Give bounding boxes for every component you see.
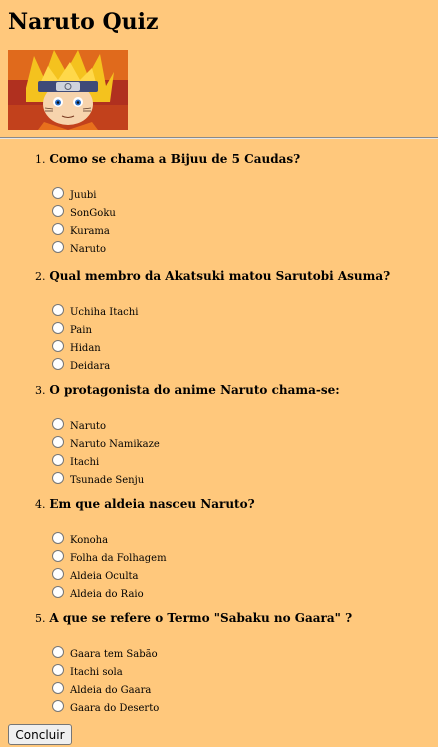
radio-button[interactable]	[52, 187, 64, 199]
question-text: O protagonista do anime Naruto chama-se:	[49, 383, 340, 397]
question-text: Em que aldeia nasceu Naruto?	[49, 497, 255, 511]
answer-option[interactable]: Tsunade Senju	[52, 469, 430, 487]
answer-option[interactable]: Deidara	[52, 355, 430, 373]
question-heading: 1. Como se chama a Bijuu de 5 Caudas?	[35, 152, 430, 167]
answer-options: Konoha Folha da Folhagem Aldeia Oculta A…	[35, 529, 430, 601]
answer-label: Konoha	[70, 535, 109, 546]
answer-label: SonGoku	[70, 208, 116, 219]
answer-label: Aldeia do Gaara	[70, 685, 152, 696]
answer-option[interactable]: Aldeia do Gaara	[52, 679, 430, 697]
question-heading: 5. A que se refere o Termo "Sabaku no Ga…	[35, 611, 430, 626]
radio-button[interactable]	[52, 646, 64, 658]
answer-option[interactable]: Folha da Folhagem	[52, 547, 430, 565]
page-title: Naruto Quiz	[8, 9, 159, 35]
radio-button[interactable]	[52, 664, 64, 676]
question-number: 3.	[35, 384, 46, 397]
answer-option[interactable]: Kurama	[52, 220, 430, 238]
question-number: 1.	[35, 153, 46, 166]
radio-button[interactable]	[52, 454, 64, 466]
horizontal-divider	[0, 137, 438, 139]
answer-options: Gaara tem Sabão Itachi sola Aldeia do Ga…	[35, 643, 430, 715]
answer-label: Naruto	[70, 244, 106, 255]
answer-label: Itachi	[70, 457, 100, 468]
answer-label: Hidan	[70, 343, 101, 354]
answer-option[interactable]: Itachi	[52, 451, 430, 469]
radio-button[interactable]	[52, 436, 64, 448]
answer-label: Juubi	[70, 190, 97, 201]
answer-option[interactable]: Konoha	[52, 529, 430, 547]
answer-label: Gaara tem Sabão	[70, 649, 158, 660]
radio-button[interactable]	[52, 550, 64, 562]
answer-option[interactable]: Naruto Namikaze	[52, 433, 430, 451]
radio-button[interactable]	[52, 304, 64, 316]
answer-label: Itachi sola	[70, 667, 123, 678]
radio-button[interactable]	[52, 418, 64, 430]
answer-option[interactable]: Pain	[52, 319, 430, 337]
question-5: 5. A que se refere o Termo "Sabaku no Ga…	[35, 611, 430, 715]
question-heading: 4. Em que aldeia nasceu Naruto?	[35, 497, 430, 512]
answer-options: Juubi SonGoku Kurama Naruto	[35, 184, 430, 256]
answer-options: Naruto Naruto Namikaze Itachi Tsunade Se…	[35, 415, 430, 487]
answer-option[interactable]: Uchiha Itachi	[52, 301, 430, 319]
answer-label: Gaara do Deserto	[70, 703, 160, 714]
question-text: Qual membro da Akatsuki matou Sarutobi A…	[49, 269, 391, 283]
question-2: 2. Qual membro da Akatsuki matou Sarutob…	[35, 269, 430, 373]
radio-button[interactable]	[52, 682, 64, 694]
radio-button[interactable]	[52, 223, 64, 235]
answer-label: Uchiha Itachi	[70, 307, 139, 318]
question-4: 4. Em que aldeia nasceu Naruto? Konoha F…	[35, 497, 430, 601]
question-heading: 3. O protagonista do anime Naruto chama-…	[35, 383, 430, 398]
question-text: Como se chama a Bijuu de 5 Caudas?	[49, 152, 301, 166]
radio-button[interactable]	[52, 340, 64, 352]
answer-option[interactable]: Aldeia do Raio	[52, 583, 430, 601]
answer-label: Aldeia do Raio	[70, 589, 144, 600]
question-number: 2.	[35, 270, 46, 283]
radio-button[interactable]	[52, 700, 64, 712]
answer-label: Aldeia Oculta	[70, 571, 139, 582]
answer-option[interactable]: Aldeia Oculta	[52, 565, 430, 583]
answer-label: Kurama	[70, 226, 110, 237]
question-number: 4.	[35, 498, 46, 511]
radio-button[interactable]	[52, 322, 64, 334]
answer-label: Deidara	[70, 361, 111, 372]
radio-button[interactable]	[52, 568, 64, 580]
radio-button[interactable]	[52, 358, 64, 370]
question-number: 5.	[35, 612, 46, 625]
concluir-button[interactable]: Concluir	[8, 724, 72, 745]
answer-option[interactable]: Itachi sola	[52, 661, 430, 679]
answer-option[interactable]: Juubi	[52, 184, 430, 202]
answer-option[interactable]: Naruto	[52, 238, 430, 256]
radio-button[interactable]	[52, 586, 64, 598]
question-3: 3. O protagonista do anime Naruto chama-…	[35, 383, 430, 487]
answer-option[interactable]: SonGoku	[52, 202, 430, 220]
radio-button[interactable]	[52, 532, 64, 544]
answer-label: Folha da Folhagem	[70, 553, 167, 564]
answer-option[interactable]: Hidan	[52, 337, 430, 355]
radio-button[interactable]	[52, 205, 64, 217]
answer-option[interactable]: Gaara tem Sabão	[52, 643, 430, 661]
answer-option[interactable]: Gaara do Deserto	[52, 697, 430, 715]
question-heading: 2. Qual membro da Akatsuki matou Sarutob…	[35, 269, 430, 284]
answer-label: Tsunade Senju	[70, 475, 145, 486]
answer-label: Naruto	[70, 421, 106, 432]
radio-button[interactable]	[52, 241, 64, 253]
answer-options: Uchiha Itachi Pain Hidan Deidara	[35, 301, 430, 373]
answer-option[interactable]: Naruto	[52, 415, 430, 433]
answer-label: Naruto Namikaze	[70, 439, 160, 450]
question-1: 1. Como se chama a Bijuu de 5 Caudas? Ju…	[35, 152, 430, 256]
radio-button[interactable]	[52, 472, 64, 484]
naruto-character-image	[8, 50, 128, 130]
answer-label: Pain	[70, 325, 92, 336]
question-text: A que se refere o Termo "Sabaku no Gaara…	[49, 611, 353, 625]
